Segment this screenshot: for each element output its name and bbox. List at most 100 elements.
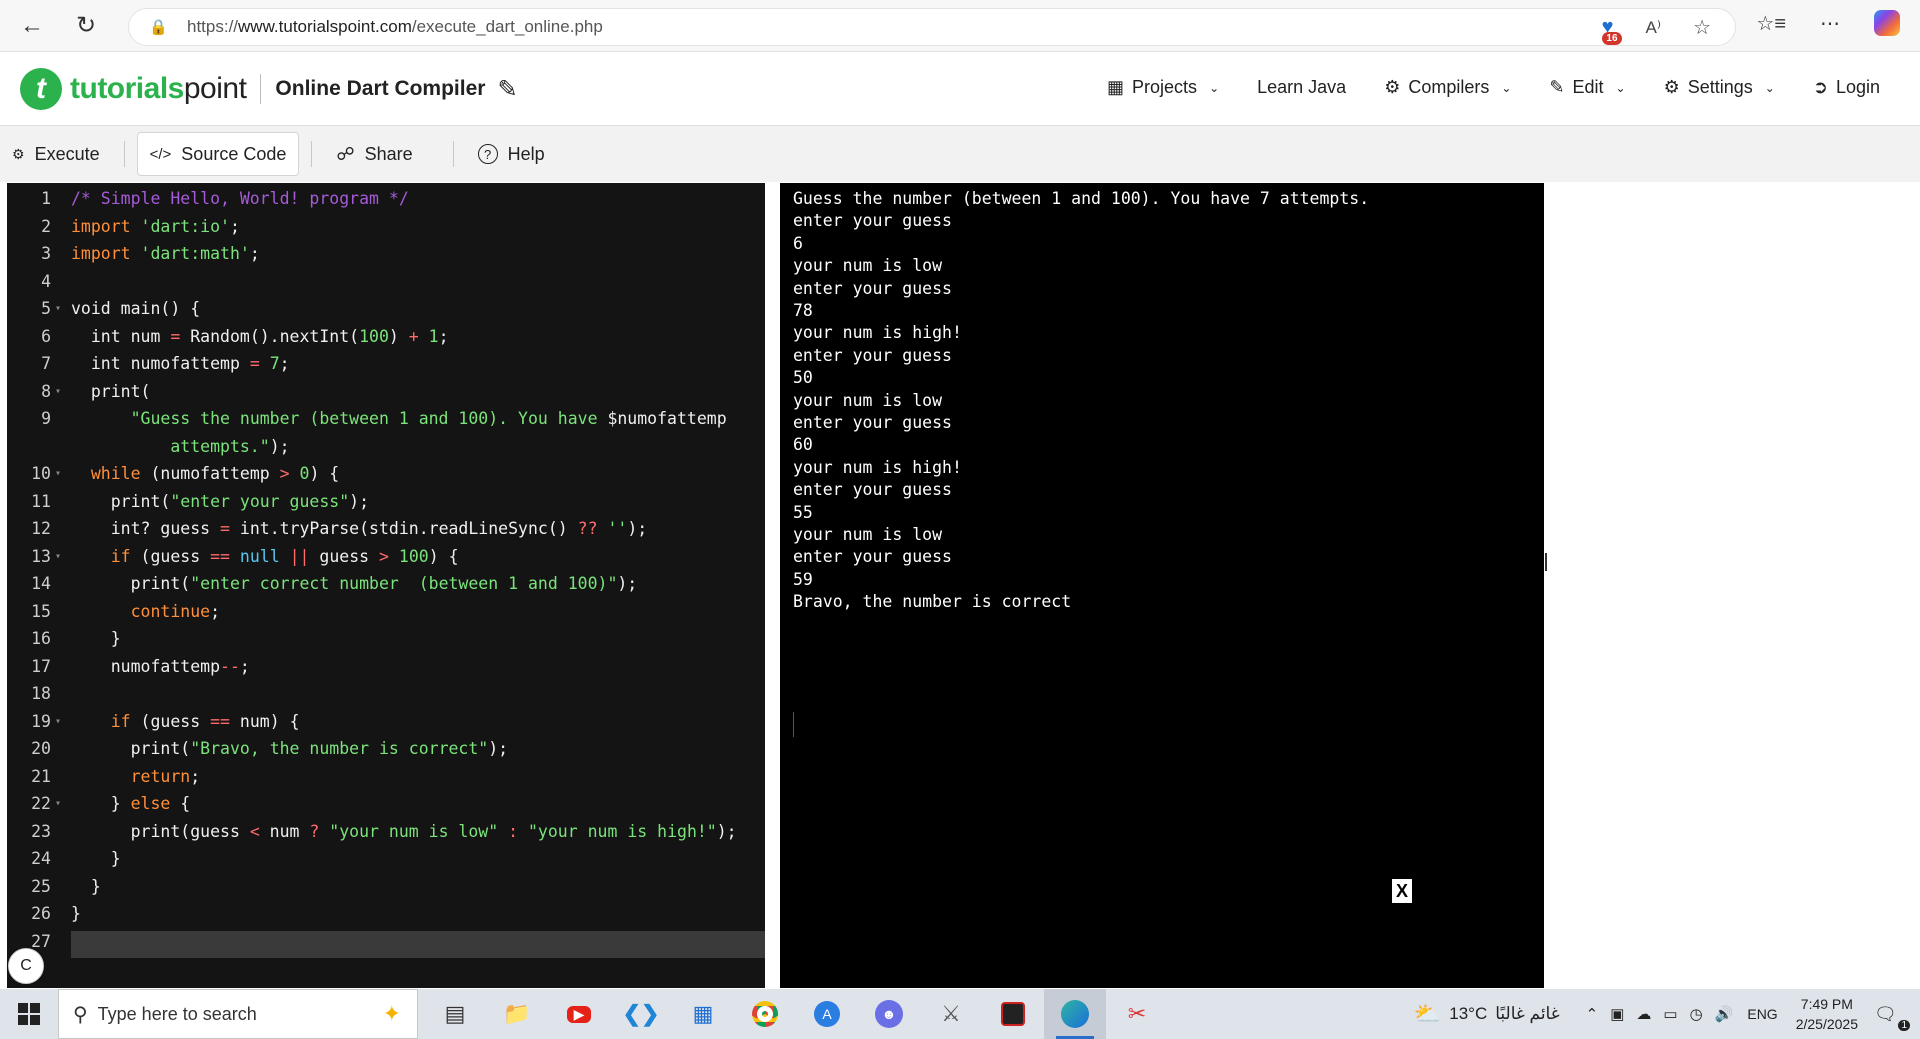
grid-icon: ▦ (1107, 77, 1125, 97)
address-bar[interactable]: 🔒 https://www.tutorialspoint.com/execute… (128, 8, 1736, 46)
volume-icon[interactable]: 🔊 (1715, 1005, 1734, 1023)
share-icon: ☍ (336, 143, 355, 164)
code-line[interactable]: } else { (71, 790, 191, 818)
logo-text: tutorialspoint (70, 72, 247, 105)
favorite-star-icon[interactable]: ☆ (1693, 15, 1711, 40)
menu-settings[interactable]: ⚙ Settings ⌄ (1664, 77, 1775, 98)
menu-login[interactable]: ➲ Login (1813, 77, 1880, 98)
game-icon[interactable]: ⚔ (920, 989, 982, 1039)
code-editor[interactable]: 1 2 3 4 5 ▾ 6 7 8 ▾ 9 10 ▾ 11 12 13 ▾ 14 15 16 17 18 19 ▾ 20 21 22… (7, 183, 765, 988)
code-line[interactable]: print("enter your guess"); (71, 488, 369, 516)
output-line: enter your guess (793, 480, 952, 500)
code-line[interactable]: print("enter correct number (between 1 a… (71, 570, 638, 598)
meet-now-icon[interactable]: ▣ (1610, 1005, 1624, 1023)
code-line[interactable]: /* Simple Hello, World! program */ (71, 185, 409, 213)
onedrive-icon[interactable]: ☁ (1636, 1005, 1651, 1023)
floating-action-button[interactable]: C (8, 948, 44, 984)
logo[interactable]: t tutorialspoint Online Dart Compiler ✎ (20, 68, 518, 110)
editor-toolbar: ⚙ Execute </> Source Code ☍ Share ? Help (0, 126, 1920, 182)
extension-icon[interactable]: ♥ 16 (1602, 16, 1622, 45)
code-line[interactable]: int numofattemp = 7; (71, 350, 290, 378)
code-line[interactable]: numofattemp--; (71, 653, 250, 681)
code-line[interactable]: print( (71, 378, 151, 406)
code-line[interactable]: } (71, 900, 81, 928)
close-button[interactable]: X (1392, 879, 1412, 903)
chevron-down-icon: ⌄ (1615, 80, 1626, 95)
clock-time: 7:49 PM (1800, 996, 1853, 1012)
code-line[interactable]: attempts."); (71, 433, 289, 461)
chevron-up-icon[interactable]: ⌃ (1586, 1005, 1599, 1023)
code-line[interactable]: if (guess == null || guess > 100) { (71, 543, 459, 571)
execute-icon: ⚙ (12, 145, 25, 162)
menu-projects[interactable]: ▦ Projects ⌄ (1107, 77, 1219, 98)
code-line[interactable]: } (71, 625, 121, 653)
windows-logo-icon (18, 1003, 40, 1025)
search-placeholder: Type here to search (97, 1003, 257, 1024)
chrome-icon[interactable] (734, 989, 796, 1039)
site-header: t tutorialspoint Online Dart Compiler ✎ … (0, 52, 1920, 126)
menu-edit[interactable]: ✎ Edit ⌄ (1549, 77, 1625, 98)
weather-widget[interactable]: ⛅ 13°C غائم غالبًا (1414, 1001, 1560, 1027)
output-line: enter your guess (793, 413, 952, 432)
code-line[interactable]: continue; (71, 598, 220, 626)
code-line[interactable]: } (71, 873, 101, 901)
windows-taskbar: ⚲ Type here to search ✦ ▤ 📁 ▶ ❮❯ ▦ A ☻ ⚔… (0, 989, 1920, 1039)
media-icon[interactable] (982, 989, 1044, 1039)
output-terminal[interactable]: Guess the number (between 1 and 100). Yo… (780, 183, 1544, 988)
gear-icon: ⚙ (1663, 77, 1680, 97)
refresh-icon[interactable]: ↻ (68, 8, 104, 44)
battery-icon[interactable]: ▭ (1663, 1005, 1677, 1023)
file-explorer-icon[interactable]: 📁 (486, 989, 548, 1039)
code-line[interactable]: if (guess == num) { (71, 708, 300, 736)
pane-resize-handle[interactable] (1545, 553, 1547, 571)
code-line[interactable]: "Guess the number (between 1 and 100). Y… (71, 405, 727, 433)
clock-date: 2/25/2025 (1795, 1016, 1858, 1032)
youtube-icon[interactable]: ▶ (548, 989, 610, 1039)
snipping-tool-icon[interactable]: ✂ (1106, 989, 1168, 1039)
store-icon[interactable]: ▦ (672, 989, 734, 1039)
start-button[interactable] (0, 989, 58, 1039)
line-number: 4 (41, 271, 51, 291)
vscode-icon[interactable]: ❮❯ (610, 989, 672, 1039)
wifi-icon[interactable]: ◷ (1690, 1005, 1703, 1023)
main-menu: ▦ Projects ⌄ Learn Java ⚙ Compilers ⌄ ✎ Edit ⌄… (1107, 77, 1880, 98)
code-line[interactable]: int? guess = int.tryParse(stdin.readLine… (71, 515, 647, 543)
share-button[interactable]: ☍ Share (324, 132, 424, 176)
compilers-icon: ⚙ (1384, 77, 1401, 97)
menu-compilers[interactable]: ⚙ Compilers ⌄ (1384, 77, 1511, 98)
clock[interactable]: 7:49 PM 2/25/2025 (1796, 994, 1858, 1034)
code-line[interactable]: while (numofattemp > 0) { (71, 460, 339, 488)
copilot-icon[interactable] (1874, 10, 1900, 36)
language-indicator[interactable]: ENG (1747, 1006, 1777, 1022)
menu-learn-java[interactable]: Learn Java (1257, 77, 1346, 98)
read-aloud-icon[interactable]: A⁾ (1646, 18, 1662, 38)
help-button[interactable]: ? Help (466, 132, 557, 176)
lock-icon[interactable]: 🔒 (149, 18, 171, 36)
back-icon[interactable]: ← (14, 8, 50, 44)
code-line[interactable]: return; (71, 763, 201, 791)
code-line[interactable]: void main() { (71, 295, 200, 323)
favorites-icon[interactable]: ☆≡ (1756, 11, 1786, 36)
discord-icon[interactable]: ☻ (858, 989, 920, 1039)
output-line: enter your guess (793, 211, 952, 231)
source-code-button[interactable]: </> Source Code (136, 132, 300, 176)
taskbar-search[interactable]: ⚲ Type here to search ✦ (58, 989, 418, 1039)
code-line[interactable]: int num = Random().nextInt(100) + 1; (71, 323, 449, 351)
code-line[interactable]: import 'dart:io'; (71, 213, 240, 241)
execute-button[interactable]: ⚙ Execute (0, 132, 112, 176)
more-menu-icon[interactable]: ⋯ (1820, 11, 1840, 36)
divider (123, 141, 125, 167)
weather-icon: ⛅ (1413, 1001, 1442, 1026)
url-text[interactable]: https://www.tutorialspoint.com/execute_d… (187, 17, 603, 37)
search-icon: ⚲ (73, 1003, 88, 1026)
code-line[interactable]: print(guess < num ? "your num is low" : … (71, 818, 737, 846)
code-line[interactable]: import 'dart:math'; (71, 240, 260, 268)
edit-title-icon[interactable]: ✎ (497, 75, 517, 104)
task-view-icon[interactable]: ▤ (424, 989, 486, 1039)
code-line[interactable]: } (71, 845, 121, 873)
chevron-down-icon: ⌄ (1764, 80, 1775, 95)
app-store-icon[interactable]: A (796, 989, 858, 1039)
notifications-icon[interactable]: 🗨 1 (1874, 1004, 1920, 1031)
edge-icon[interactable] (1044, 989, 1106, 1039)
code-line[interactable]: print("Bravo, the number is correct"); (71, 735, 509, 763)
